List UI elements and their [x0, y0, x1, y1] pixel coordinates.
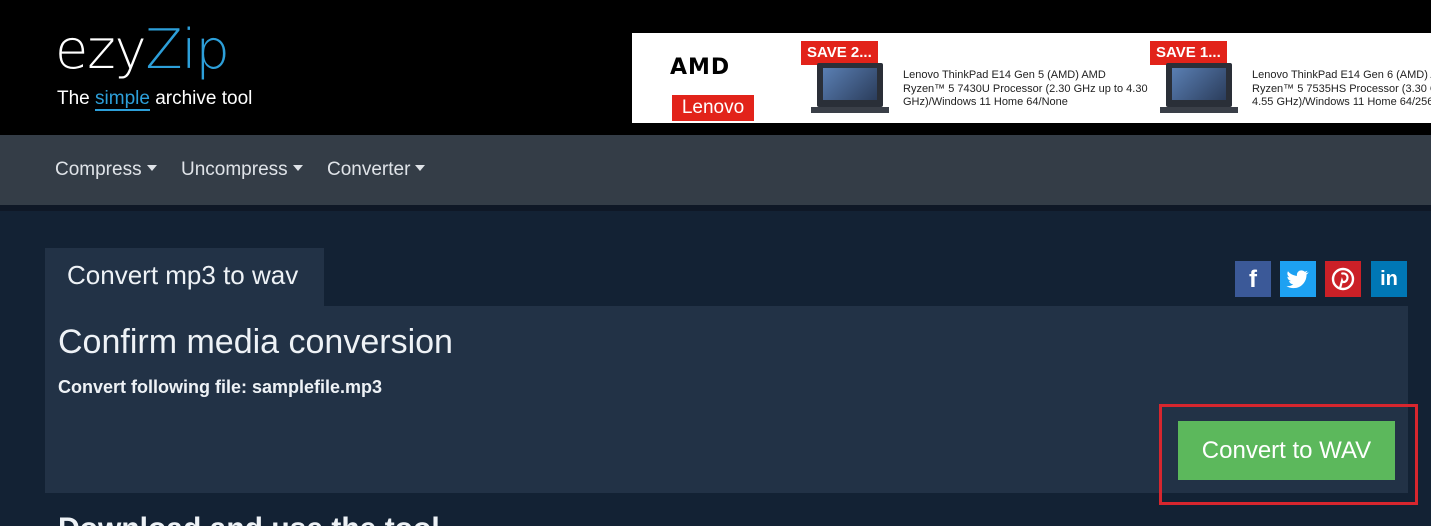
ad-brand-lenovo: Lenovo — [672, 95, 754, 121]
logo-wordmark: ezyZip — [55, 22, 230, 78]
tagline-highlight: simple — [95, 88, 150, 111]
tab-convert-mp3-to-wav[interactable]: Convert mp3 to wav — [45, 248, 324, 306]
ad-brand-amd: AMD — [670, 55, 731, 80]
logo-part-ezy: ezy — [55, 18, 147, 81]
ad-product[interactable]: SAVE 2... Lenovo ThinkPad E14 Gen 5 (AMD… — [801, 33, 1161, 123]
nav-compress-label: Compress — [55, 159, 142, 180]
nav-uncompress-label: Uncompress — [181, 159, 288, 180]
advertisement-banner[interactable]: AMD Lenovo SAVE 2... Lenovo ThinkPad E14… — [632, 33, 1431, 123]
file-info: Convert following file: samplefile.mp3 — [58, 377, 383, 397]
nav-uncompress[interactable]: Uncompress — [181, 159, 303, 181]
ad-save-badge: SAVE 1... — [1150, 41, 1227, 65]
twitter-share-button[interactable] — [1280, 261, 1316, 297]
page-title: Confirm media conversion — [58, 323, 453, 361]
logo-tagline: The simple archive tool — [57, 88, 253, 111]
site-header: ezyZip The simple archive tool AMD Lenov… — [0, 0, 1431, 135]
facebook-icon: f — [1249, 266, 1257, 293]
linkedin-share-button[interactable]: in — [1371, 261, 1407, 297]
tab-label: Convert mp3 to wav — [67, 260, 299, 290]
nav-converter-label: Converter — [327, 159, 411, 180]
tagline-after: archive tool — [149, 88, 253, 109]
pinterest-share-button[interactable] — [1325, 261, 1361, 297]
pinterest-icon — [1331, 267, 1355, 291]
ad-save-badge: SAVE 2... — [801, 41, 878, 65]
laptop-image — [1160, 63, 1238, 113]
nav-converter[interactable]: Converter — [327, 159, 426, 181]
facebook-share-button[interactable]: f — [1235, 261, 1271, 297]
section-heading: Download and use the tool — [58, 512, 440, 526]
linkedin-icon: in — [1380, 268, 1398, 290]
caret-down-icon — [415, 165, 426, 171]
caret-down-icon — [146, 165, 157, 171]
logo-part-zip: Zip — [145, 18, 230, 81]
convert-to-wav-button[interactable]: Convert to WAV — [1178, 421, 1395, 480]
ad-product[interactable]: SAVE 1... Lenovo ThinkPad E14 Gen 6 (AMD… — [1150, 33, 1431, 123]
twitter-icon — [1286, 270, 1309, 289]
navbar-divider — [0, 205, 1431, 211]
nav-compress[interactable]: Compress — [55, 159, 157, 181]
ad-product-text: Lenovo ThinkPad E14 Gen 5 (AMD) AMD Ryze… — [903, 69, 1148, 108]
main-navbar: Compress Uncompress Converter — [0, 135, 1431, 205]
laptop-image — [811, 63, 889, 113]
ad-product-text: Lenovo ThinkPad E14 Gen 6 (AMD) AMD Ryze… — [1252, 69, 1431, 108]
caret-down-icon — [292, 165, 303, 171]
ezyzip-logo[interactable]: ezyZip The simple archive tool — [55, 22, 252, 111]
tagline-before: The — [57, 88, 96, 109]
